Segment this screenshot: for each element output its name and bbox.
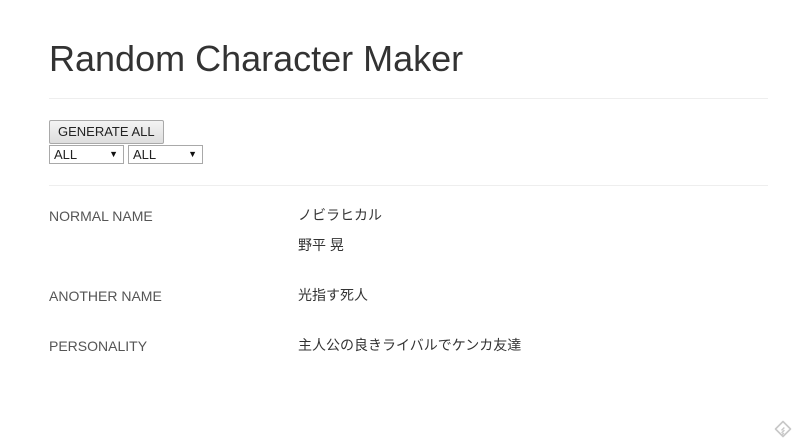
page-title: Random Character Maker (49, 38, 464, 79)
title-divider (49, 98, 768, 99)
feedly-icon-graphic (774, 420, 792, 438)
category-select-1-value: ALL (54, 147, 78, 162)
generate-all-button[interactable]: GENERATE ALL (49, 120, 164, 144)
normal-name-kana: ノビラヒカル (298, 207, 382, 223)
category-select-2[interactable]: ALL ▼ (128, 145, 203, 164)
normal-name-kanji: 野平 晃 (298, 237, 344, 253)
normal-name-label: NORMAL NAME (49, 208, 153, 224)
personality-label: PERSONALITY (49, 338, 148, 354)
personality-value: 主人公の良きライバルでケンカ友達 (298, 337, 522, 353)
feedly-icon[interactable] (774, 420, 792, 438)
category-select-1[interactable]: ALL ▼ (49, 145, 124, 164)
controls-divider (49, 185, 768, 186)
another-name-value: 光指す死人 (298, 287, 368, 303)
dropdown-arrow-icon: ▼ (109, 149, 118, 159)
dropdown-arrow-icon: ▼ (188, 149, 197, 159)
another-name-label: ANOTHER NAME (49, 288, 162, 304)
category-select-2-value: ALL (133, 147, 157, 162)
